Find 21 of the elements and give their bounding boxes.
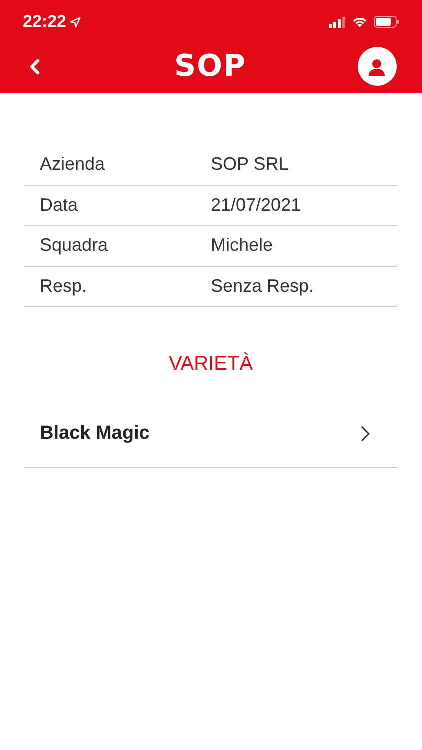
detail-label: Resp. bbox=[39, 274, 88, 298]
detail-value: SOP SRL bbox=[211, 153, 289, 176]
user-icon bbox=[367, 56, 388, 76]
app-logo: SOP bbox=[174, 52, 247, 82]
battery-icon bbox=[374, 16, 400, 28]
back-chevron-icon bbox=[29, 58, 41, 74]
detail-label: Squadra bbox=[39, 234, 110, 258]
detail-value: Michele bbox=[211, 234, 274, 258]
section-title: VARIETÀ bbox=[168, 352, 254, 377]
variety-name: Black Magic bbox=[40, 422, 150, 446]
status-time: 22:22 bbox=[23, 11, 66, 34]
location-arrow-icon bbox=[70, 16, 82, 28]
profile-button[interactable] bbox=[358, 47, 397, 86]
wifi-icon bbox=[352, 16, 368, 28]
detail-value: 21/07/2021 bbox=[211, 194, 302, 217]
variety-row[interactable]: Black Magic bbox=[24, 401, 398, 468]
detail-label: Data bbox=[39, 194, 80, 217]
detail-label: Azienda bbox=[39, 153, 106, 176]
chevron-right-icon bbox=[361, 426, 370, 442]
detail-value: Senza Resp. bbox=[211, 274, 314, 298]
signal-icon bbox=[329, 16, 346, 28]
